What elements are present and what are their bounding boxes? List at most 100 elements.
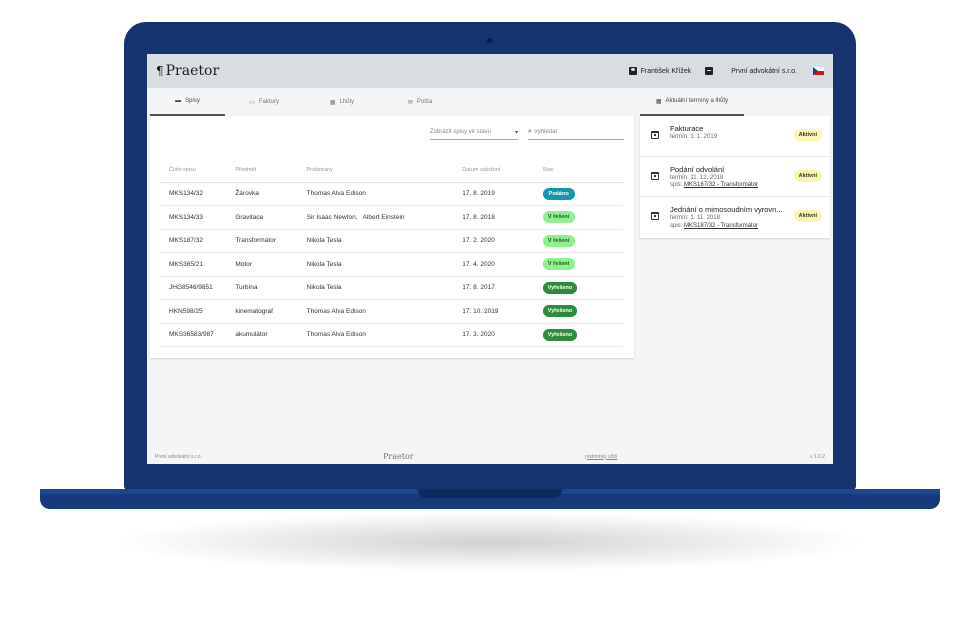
col-header-subject[interactable]: Předmět xyxy=(235,158,307,183)
app-logo[interactable]: ¶ Praetor xyxy=(156,63,219,79)
cell-subject: Gravitace xyxy=(235,205,307,230)
app-version: v 1.0.2 xyxy=(809,453,825,460)
cell-parties: Thomas Alva Edison xyxy=(306,182,463,206)
cell-subject: akumulátor xyxy=(235,323,307,347)
term-item[interactable]: Podání odvolání termín: 11. 12. 2018 spi… xyxy=(640,157,830,198)
laptop-notch xyxy=(418,489,562,498)
cell-subject: kinematograf xyxy=(235,299,307,324)
invoice-icon: ▭ xyxy=(249,99,255,106)
search-input[interactable] xyxy=(533,129,614,135)
status-filter-select[interactable]: Zobrazit spisy ve stavu ▾ xyxy=(430,129,518,140)
cell-parties: Thomas Alva Edison xyxy=(306,323,463,347)
status-badge: Vyřešeno xyxy=(542,305,578,318)
footer-company: První advokátní s.r.o. xyxy=(155,453,202,460)
cell-date: 17. 3. 2020 xyxy=(462,323,543,347)
laptop-mockup: ¶ Praetor František Křížek První advokát… xyxy=(0,0,980,635)
term-item[interactable]: Jednání o mimosoudním vyrovn... termín: … xyxy=(640,197,830,238)
tab-bar: ▬ Spisy ▭ Faktury ▦ Lhůty ✉ Pošta ▦ Aktu… xyxy=(147,88,833,116)
col-header-parties[interactable]: Protistrany xyxy=(306,158,463,183)
tab-lhuty[interactable]: ▦ Lhůty xyxy=(303,88,381,116)
status-badge: Podáno xyxy=(542,187,575,200)
praetor-logo-icon: ¶ xyxy=(156,64,164,78)
cell-parties: Thomas Alva Edison xyxy=(306,299,463,324)
mail-icon: ✉ xyxy=(407,99,413,106)
cell-date: 17. 8. 2017 xyxy=(462,276,543,300)
table-row[interactable]: HKN598/25 kinematograf Thomas Alva Ediso… xyxy=(159,299,623,324)
app-header: ¶ Praetor František Křížek První advokát… xyxy=(147,54,833,88)
folder-icon: ▬ xyxy=(175,98,182,104)
col-header-date[interactable]: Datum založení xyxy=(462,158,543,183)
cell-date: 17. 8. 2019 xyxy=(462,182,543,206)
cell-number: MKS365/21 xyxy=(159,252,236,277)
cell-number: MKS134/32 xyxy=(159,182,236,206)
table-row[interactable]: JHG8546/9851 Turbína Nikola Tesla 17. 8.… xyxy=(159,276,623,300)
cell-parties: Nikola Tesla xyxy=(306,252,463,277)
search-icon: ⌕ xyxy=(528,128,532,135)
table-row[interactable]: MKS187/32 Transformátor Nikola Tesla 17.… xyxy=(159,229,623,253)
calendar-icon: ▦ xyxy=(329,99,336,106)
cell-parties: Nikola Tesla xyxy=(306,229,463,253)
user-name: František Křížek xyxy=(640,67,692,75)
term-spis-link[interactable]: MKS187/32 - Transformátor xyxy=(684,182,758,188)
czech-flag-icon[interactable] xyxy=(813,67,824,75)
cell-date: 17. 8. 2018 xyxy=(462,205,543,230)
cell-number: MKS187/32 xyxy=(159,229,236,253)
laptop-shadow xyxy=(110,512,870,572)
term-title: Fakturace xyxy=(670,124,704,133)
company-name: První advokátní s.r.o. xyxy=(731,67,797,75)
tab-posta[interactable]: ✉ Pošta xyxy=(381,88,459,116)
term-spis-link[interactable]: MKS187/32 - Transformátor xyxy=(684,223,758,229)
user-menu[interactable]: František Křížek xyxy=(628,67,692,75)
chevron-down-icon: ▾ xyxy=(514,130,518,136)
table-header-row: Číslo spisu Předmět Protistrany Datum za… xyxy=(159,158,623,183)
table-row[interactable]: MKS134/32 Žárovka Thomas Alva Edison 17.… xyxy=(159,182,623,206)
table-row[interactable]: MKS36583/987 akumulátor Thomas Alva Edis… xyxy=(159,323,623,347)
calendar-icon: ▦ xyxy=(655,98,662,105)
spisy-panel: Zobrazit spisy ve stavu ▾ ⌕ Číslo spisu … xyxy=(150,116,634,358)
table-row[interactable]: MKS134/33 Gravitace Sir Isaac Newton, Al… xyxy=(159,205,623,230)
cell-number: MKS134/33 xyxy=(159,205,236,230)
cell-subject: Transformátor xyxy=(235,229,307,253)
cell-parties: Nikola Tesla xyxy=(306,276,463,300)
cell-date: 17. 10. 2019 xyxy=(462,299,543,324)
app-screen: ¶ Praetor František Křížek První advokát… xyxy=(147,54,833,464)
term-spis: spis: MKS187/32 - Transformátor xyxy=(670,182,830,190)
tab-terminy[interactable]: ▦ Aktuální termíny a lhůty xyxy=(640,88,744,116)
filter-bar: Zobrazit spisy ve stavu ▾ ⌕ xyxy=(430,128,624,140)
cell-subject: Turbína xyxy=(235,276,307,300)
spisy-table: Číslo spisu Předmět Protistrany Datum za… xyxy=(159,158,623,347)
table-row[interactable]: MKS365/21 Motor Nikola Tesla 17. 4. 2020… xyxy=(159,252,623,277)
camera-icon xyxy=(487,38,492,43)
tab-faktury[interactable]: ▭ Faktury xyxy=(225,88,303,116)
term-spis-prefix: spis: xyxy=(670,222,685,229)
status-badge: V řešení xyxy=(542,211,575,224)
company-menu[interactable]: První advokátní s.r.o. xyxy=(731,68,797,75)
tab-label: Spisy xyxy=(185,98,200,104)
app-logo-text: Praetor xyxy=(165,63,220,79)
chat-icon xyxy=(705,67,714,75)
terms-of-use-link[interactable]: podmínky užití xyxy=(585,454,800,460)
messages-button[interactable] xyxy=(705,67,717,75)
tab-spisy[interactable]: ▬ Spisy xyxy=(150,88,225,116)
cell-subject: Motor xyxy=(235,252,307,277)
active-badge: Aktivní xyxy=(793,169,822,182)
cell-subject: Žárovka xyxy=(235,182,307,206)
calendar-icon xyxy=(651,131,659,139)
search-field[interactable]: ⌕ xyxy=(528,128,624,140)
footer-logo: Praetor xyxy=(383,452,414,461)
status-badge: Vyřešeno xyxy=(542,328,578,341)
tab-label: Pošta xyxy=(416,99,433,105)
active-badge: Aktivní xyxy=(793,210,822,223)
cell-date: 17. 4. 2020 xyxy=(462,252,543,277)
col-header-status[interactable]: Stav xyxy=(542,158,623,183)
cell-number: JHG8546/9851 xyxy=(159,276,236,300)
tab-label: Faktury xyxy=(258,99,279,105)
cell-parties: Sir Isaac Newton, Albert Einstein xyxy=(306,205,463,230)
terms-panel: Fakturace termín: 1. 1. 2019 Aktivní Pod… xyxy=(640,116,830,238)
col-header-number[interactable]: Číslo spisu xyxy=(159,158,236,183)
tab-label: Lhůty xyxy=(339,99,355,105)
term-item[interactable]: Fakturace termín: 1. 1. 2019 Aktivní xyxy=(640,116,830,157)
calendar-icon xyxy=(651,212,659,221)
status-badge: V řešení xyxy=(542,234,575,247)
term-title: Jednání o mimosoudním vyrovn... xyxy=(670,205,783,215)
